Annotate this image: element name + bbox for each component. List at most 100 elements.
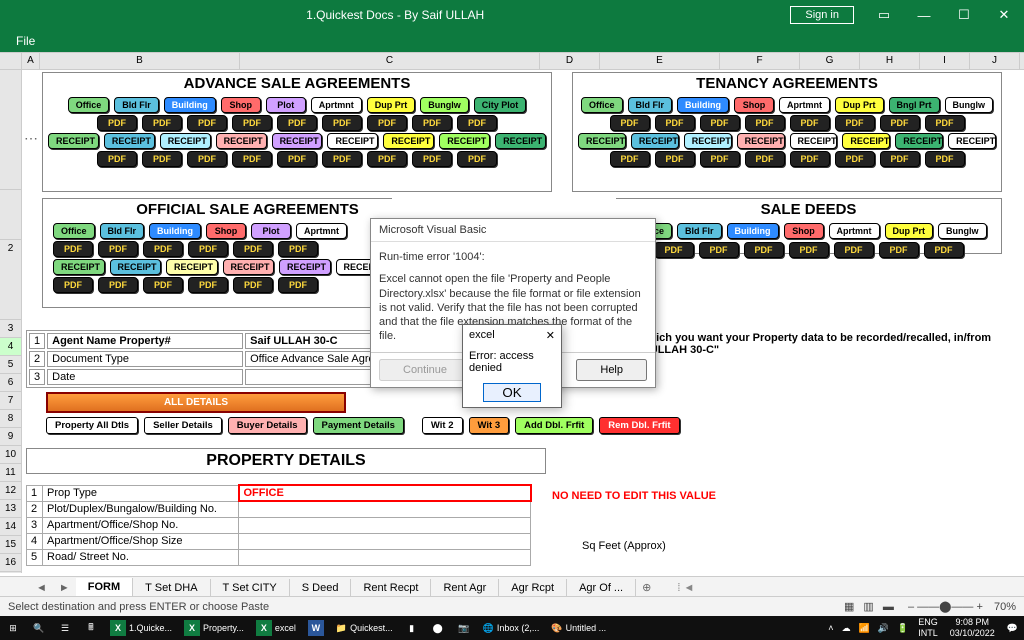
tenancy-pdf2-5[interactable]: PDF: [835, 151, 875, 167]
action-seller-details[interactable]: Seller Details: [144, 417, 222, 434]
tenancy-pdf-2[interactable]: PDF: [700, 115, 740, 131]
advance-pdf-6[interactable]: PDF: [367, 115, 407, 131]
tenancy-pdf-0[interactable]: PDF: [610, 115, 650, 131]
tray-time[interactable]: 9:08 PM: [950, 617, 995, 628]
tenancy-pdf-7[interactable]: PDF: [925, 115, 965, 131]
tab-next-icon[interactable]: ►: [53, 582, 76, 594]
advance-receipt-0[interactable]: RECEIPT: [48, 133, 99, 149]
tenancy-receipt-3[interactable]: RECEIPT: [737, 133, 785, 149]
tenancy-btn-0[interactable]: Office: [581, 97, 623, 113]
official-receipt-1[interactable]: RECEIPT: [110, 259, 162, 275]
tenancy-btn-2[interactable]: Building: [677, 97, 729, 113]
tenancy-pdf-1[interactable]: PDF: [655, 115, 695, 131]
task-excel3[interactable]: Xexcel: [250, 616, 302, 640]
tray-lang[interactable]: ENG: [918, 617, 938, 628]
tray-volume-icon[interactable]: 🔊: [878, 623, 889, 634]
deed-btn-5[interactable]: Dup Prt: [885, 223, 934, 239]
advance-btn-3[interactable]: Shop: [221, 97, 261, 113]
advance-receipt-2[interactable]: RECEIPT: [160, 133, 211, 149]
tenancy-pdf2-1[interactable]: PDF: [655, 151, 695, 167]
advance-pdf2-4[interactable]: PDF: [277, 151, 317, 167]
tenancy-receipt-0[interactable]: RECEIPT: [578, 133, 626, 149]
file-menu[interactable]: File: [16, 34, 35, 48]
tenancy-pdf2-0[interactable]: PDF: [610, 151, 650, 167]
action-property-all-dtls[interactable]: Property All Dtls: [46, 417, 138, 434]
task-app1[interactable]: ▮: [399, 616, 425, 640]
tenancy-pdf-4[interactable]: PDF: [790, 115, 830, 131]
advance-pdf2-6[interactable]: PDF: [367, 151, 407, 167]
start-icon[interactable]: ⊞: [0, 616, 26, 640]
excel-error-ok-button[interactable]: OK: [483, 383, 540, 402]
official-pdf-4[interactable]: PDF: [233, 241, 273, 257]
advance-pdf2-2[interactable]: PDF: [187, 151, 227, 167]
advance-pdf2-0[interactable]: PDF: [97, 151, 137, 167]
deed-pdf-6[interactable]: PDF: [924, 242, 964, 258]
advance-btn-7[interactable]: Bunglw: [420, 97, 469, 113]
tray-up-icon[interactable]: ˄: [828, 623, 833, 633]
task-excel1[interactable]: X1.Quicke...: [104, 616, 178, 640]
task-chrome[interactable]: 🌐Inbox (2,...: [477, 616, 546, 640]
tenancy-pdf-5[interactable]: PDF: [835, 115, 875, 131]
tray-cloud-icon[interactable]: ☁: [842, 623, 851, 634]
advance-pdf-0[interactable]: PDF: [97, 115, 137, 131]
tenancy-btn-4[interactable]: Aprtmnt: [779, 97, 830, 113]
official-pdf-0[interactable]: PDF: [53, 241, 93, 257]
deed-btn-3[interactable]: Shop: [784, 223, 824, 239]
calculator-icon[interactable]: 🖩: [78, 616, 104, 640]
official-pdf2-1[interactable]: PDF: [98, 277, 138, 293]
minimize-icon[interactable]: —: [904, 0, 944, 30]
action-wit-3[interactable]: Wit 3: [469, 417, 510, 434]
deed-btn-6[interactable]: Bunglw: [938, 223, 987, 239]
advance-btn-0[interactable]: Office: [68, 97, 110, 113]
deed-pdf-3[interactable]: PDF: [789, 242, 829, 258]
official-receipt-0[interactable]: RECEIPT: [53, 259, 105, 275]
zoom-level[interactable]: 70%: [994, 601, 1016, 613]
vb-help-button[interactable]: Help: [576, 359, 647, 381]
tenancy-btn-3[interactable]: Shop: [734, 97, 774, 113]
advance-receipt-4[interactable]: RECEIPT: [272, 133, 323, 149]
official-receipt-3[interactable]: RECEIPT: [223, 259, 275, 275]
sign-in-button[interactable]: Sign in: [790, 6, 854, 24]
tenancy-pdf2-4[interactable]: PDF: [790, 151, 830, 167]
tab-tset-dha[interactable]: T Set DHA: [133, 579, 210, 597]
official-pdf-1[interactable]: PDF: [98, 241, 138, 257]
tenancy-receipt-7[interactable]: RECEIPT: [948, 133, 996, 149]
tab-form[interactable]: FORM: [76, 578, 133, 598]
tab-rent-agr[interactable]: Rent Agr: [431, 579, 499, 597]
search-icon[interactable]: 🔍: [26, 616, 52, 640]
advance-pdf-3[interactable]: PDF: [232, 115, 272, 131]
deed-pdf-0[interactable]: PDF: [654, 242, 694, 258]
advance-btn-5[interactable]: Aprtmnt: [311, 97, 362, 113]
official-pdf2-3[interactable]: PDF: [188, 277, 228, 293]
official-btn-1[interactable]: Bld Flr: [100, 223, 145, 239]
official-receipt-2[interactable]: RECEIPT: [166, 259, 218, 275]
action-payment-details[interactable]: Payment Details: [313, 417, 404, 434]
tray-battery-icon[interactable]: 🔋: [897, 623, 908, 634]
tenancy-pdf-3[interactable]: PDF: [745, 115, 785, 131]
official-btn-2[interactable]: Building: [149, 223, 201, 239]
official-btn-3[interactable]: Shop: [206, 223, 246, 239]
official-pdf-5[interactable]: PDF: [278, 241, 318, 257]
task-paint[interactable]: 🎨Untitled ...: [545, 616, 612, 640]
view-normal-icon[interactable]: ▦: [844, 601, 854, 613]
task-word[interactable]: W: [302, 616, 330, 640]
task-camera[interactable]: 📷: [451, 616, 477, 640]
advance-pdf-2[interactable]: PDF: [187, 115, 227, 131]
official-receipt-4[interactable]: RECEIPT: [279, 259, 331, 275]
add-sheet-icon[interactable]: ⊕: [636, 581, 657, 594]
official-pdf2-0[interactable]: PDF: [53, 277, 93, 293]
ribbon-options-icon[interactable]: ▭: [864, 0, 904, 30]
advance-receipt-1[interactable]: RECEIPT: [104, 133, 155, 149]
tenancy-btn-1[interactable]: Bld Flr: [628, 97, 673, 113]
advance-btn-8[interactable]: City Plot: [474, 97, 527, 113]
close-icon[interactable]: ✕: [984, 0, 1024, 30]
tab-agr-of[interactable]: Agr Of ...: [567, 579, 636, 597]
deed-pdf-5[interactable]: PDF: [879, 242, 919, 258]
deed-btn-4[interactable]: Aprtmnt: [829, 223, 880, 239]
advance-btn-2[interactable]: Building: [164, 97, 216, 113]
tab-prev-icon[interactable]: ◄: [30, 582, 53, 594]
excel-error-close-icon[interactable]: ✕: [546, 329, 555, 342]
advance-pdf2-8[interactable]: PDF: [457, 151, 497, 167]
advance-pdf2-7[interactable]: PDF: [412, 151, 452, 167]
tenancy-pdf2-2[interactable]: PDF: [700, 151, 740, 167]
